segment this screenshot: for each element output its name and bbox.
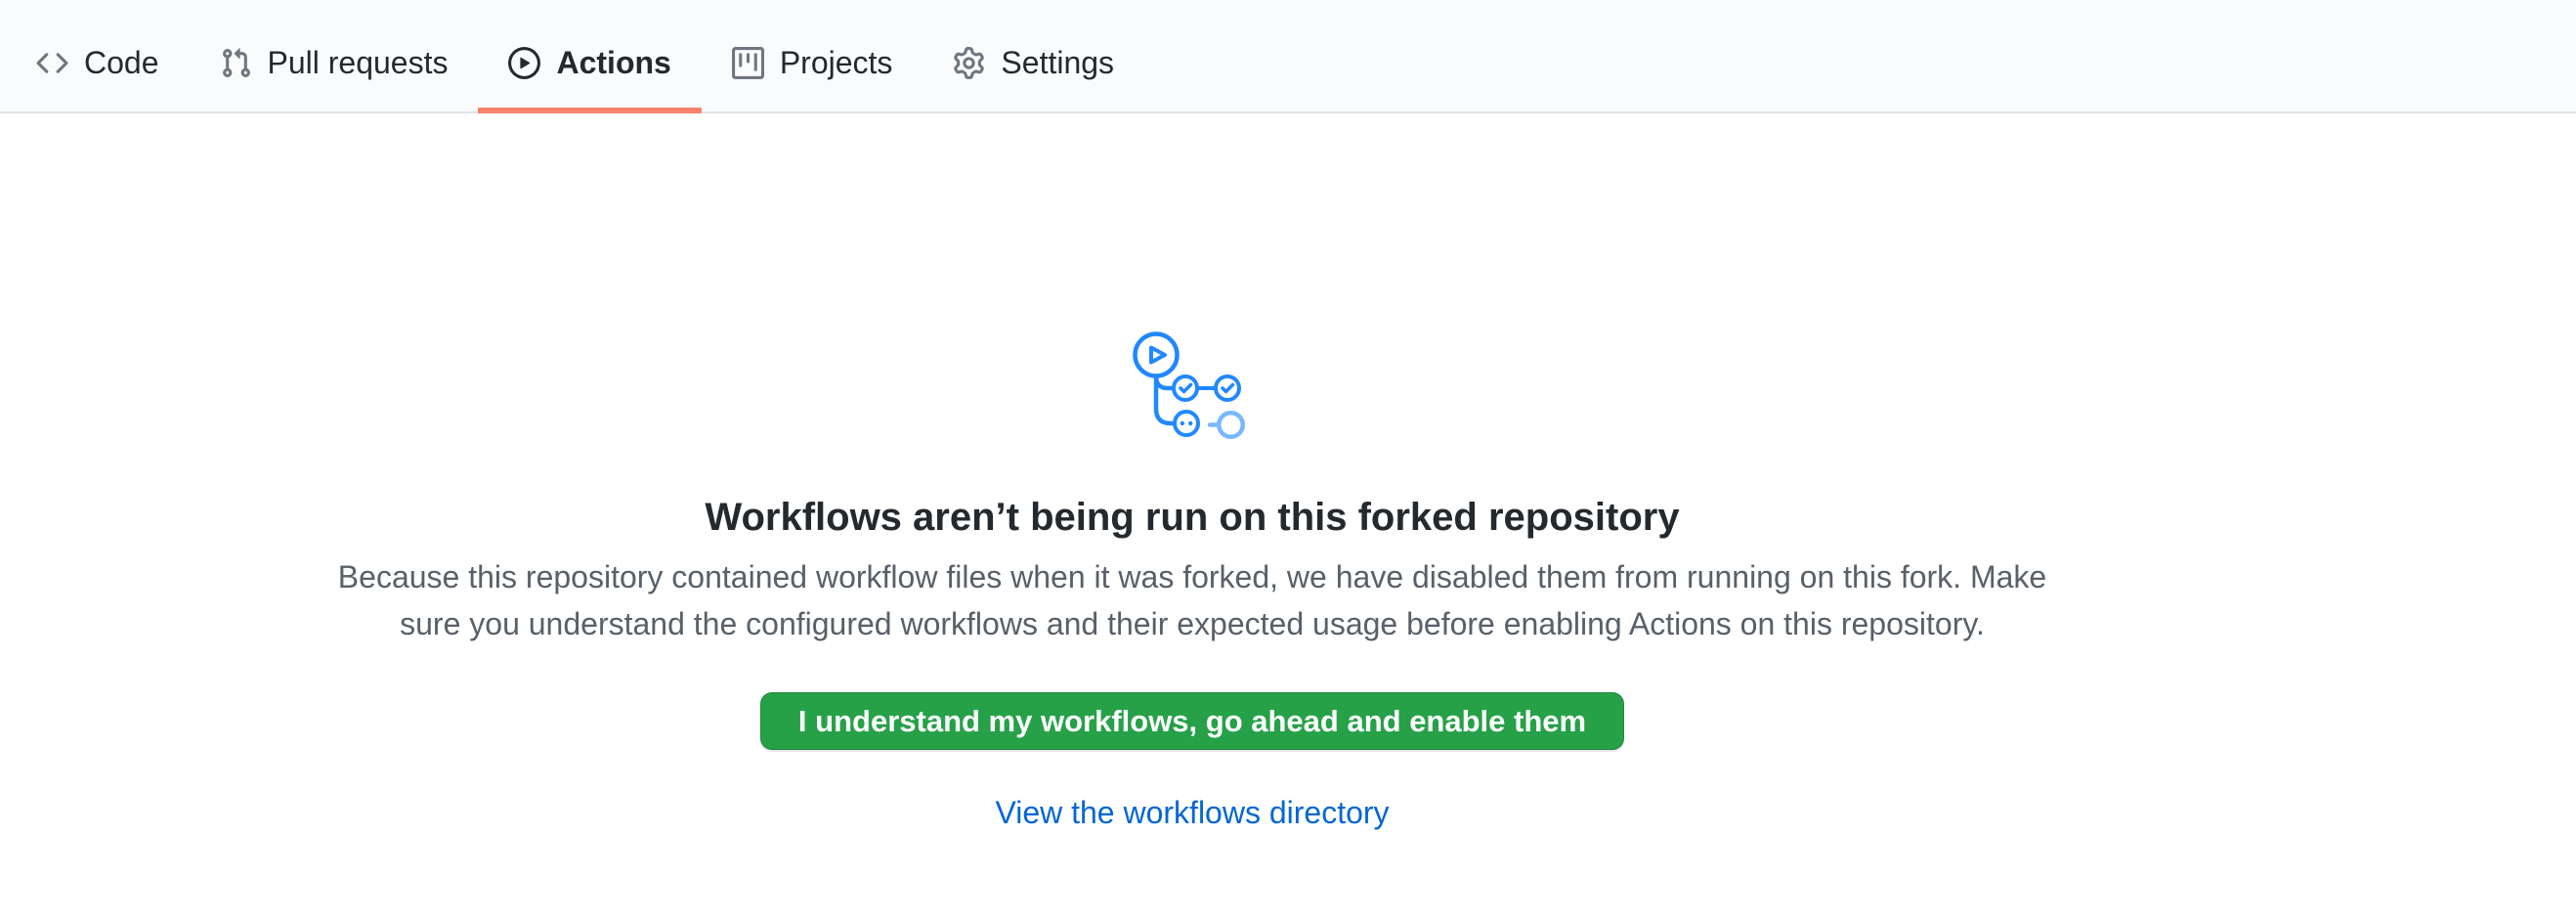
tab-label: Settings — [1001, 45, 1114, 81]
blankslate-heading: Workflows aren’t being run on this forke… — [705, 493, 1679, 542]
tab-code[interactable]: Code — [6, 14, 190, 111]
project-board-icon — [732, 47, 764, 79]
blankslate-description: Because this repository contained workfl… — [322, 553, 2062, 647]
tab-label: Actions — [556, 45, 670, 81]
tab-label: Projects — [780, 45, 893, 81]
tab-settings[interactable]: Settings — [923, 14, 1144, 111]
tab-label: Code — [84, 45, 159, 81]
tab-label: Pull requests — [268, 45, 449, 81]
tab-actions[interactable]: Actions — [478, 14, 701, 111]
repo-tab-nav: Code Pull requests Actions Projects Sett… — [0, 0, 2576, 113]
play-circle-icon — [508, 47, 540, 79]
tab-projects[interactable]: Projects — [702, 14, 923, 111]
tab-pull-requests[interactable]: Pull requests — [190, 14, 479, 111]
workflow-graph-icon — [1133, 329, 1252, 446]
gear-icon — [953, 47, 985, 79]
actions-disabled-blankslate: Workflows aren’t being run on this forke… — [0, 113, 2384, 831]
code-icon — [36, 47, 68, 79]
git-pull-request-icon — [220, 47, 252, 79]
workflows-directory-link[interactable]: View the workflows directory — [995, 795, 1389, 831]
enable-workflows-button[interactable]: I understand my workflows, go ahead and … — [760, 692, 1624, 750]
